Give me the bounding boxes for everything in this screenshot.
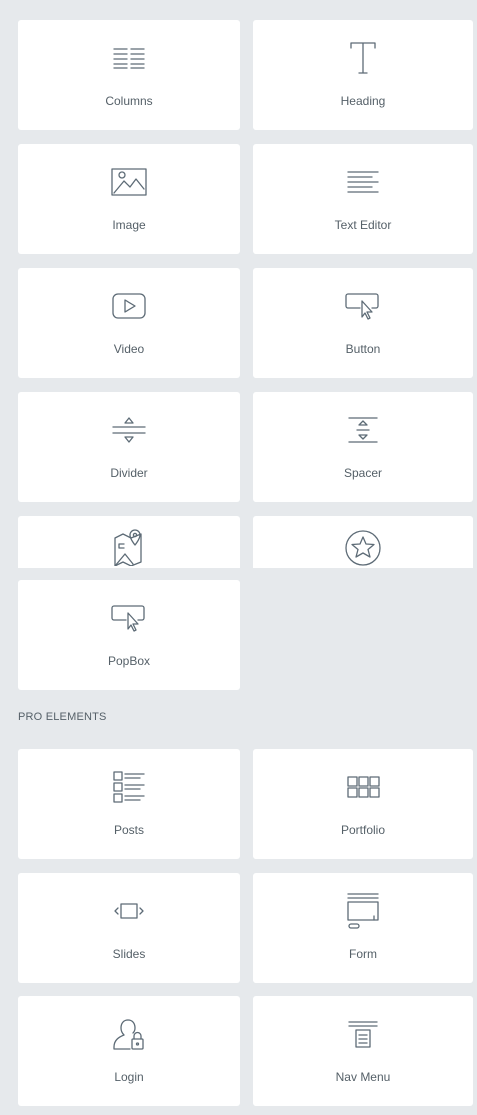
widget-portfolio[interactable]: Portfolio [253, 749, 473, 859]
pro-elements-section-title: PRO ELEMENTS [18, 711, 107, 723]
text-editor-icon [253, 162, 473, 202]
widget-label: Login [114, 1070, 144, 1084]
posts-icon [18, 767, 240, 807]
widget-google-maps[interactable] [18, 516, 240, 568]
slides-icon [18, 891, 240, 931]
button-icon [253, 286, 473, 326]
video-icon [18, 286, 240, 326]
widget-slides[interactable]: Slides [18, 873, 240, 983]
widget-label: Portfolio [340, 823, 386, 837]
widget-label: Spacer [343, 466, 383, 480]
star-icon [253, 528, 473, 568]
widget-label: Image [112, 218, 146, 232]
spacer-icon [253, 410, 473, 450]
widget-posts[interactable]: Posts [18, 749, 240, 859]
widget-image[interactable]: Image [18, 144, 240, 254]
widget-star-rating[interactable] [253, 516, 473, 568]
divider-icon [18, 410, 240, 450]
widget-label: Heading [340, 94, 386, 108]
portfolio-icon [253, 767, 473, 807]
widget-label: PopBox [107, 654, 151, 668]
widget-label: Posts [113, 823, 144, 837]
widget-label: Button [345, 342, 381, 356]
widget-form[interactable]: Form [253, 873, 473, 983]
google-maps-icon [18, 526, 240, 566]
popbox-icon [18, 598, 240, 638]
heading-icon [253, 38, 473, 78]
widget-label: Video [113, 342, 145, 356]
widget-label: Columns [105, 94, 153, 108]
form-icon [253, 891, 473, 931]
widget-popbox[interactable]: PopBox [18, 580, 240, 690]
widget-label: Form [349, 947, 377, 961]
widget-label: Text Editor [334, 218, 392, 232]
widget-heading[interactable]: Heading [253, 20, 473, 130]
nav-menu-icon [253, 1014, 473, 1054]
widget-label: Slides [112, 947, 146, 961]
widget-divider[interactable]: Divider [18, 392, 240, 502]
widget-columns[interactable]: Columns [18, 20, 240, 130]
image-icon [18, 162, 240, 202]
widget-nav-menu[interactable]: Nav Menu [253, 996, 473, 1106]
widget-text-editor[interactable]: Text Editor [253, 144, 473, 254]
widget-button[interactable]: Button [253, 268, 473, 378]
widget-label: Divider [110, 466, 148, 480]
widget-label: Nav Menu [335, 1070, 391, 1084]
login-icon [18, 1014, 240, 1054]
columns-icon [18, 38, 240, 78]
widget-login[interactable]: Login [18, 996, 240, 1106]
widget-spacer[interactable]: Spacer [253, 392, 473, 502]
widget-video[interactable]: Video [18, 268, 240, 378]
